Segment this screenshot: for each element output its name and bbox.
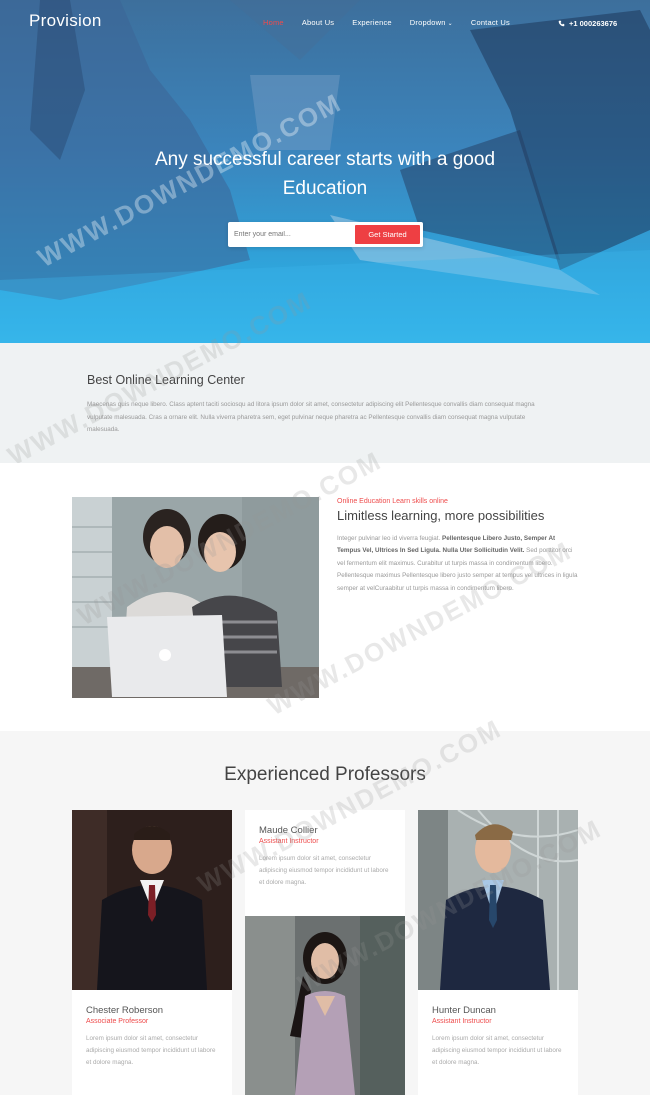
- phone-number: +1 000263676: [569, 19, 618, 28]
- feature-section: Online Education Learn skills online Lim…: [0, 445, 650, 731]
- nav-item-home[interactable]: Home: [263, 18, 284, 27]
- professor-role: Assistant Instructor: [432, 1018, 492, 1025]
- nav-item-dropdown-label: Dropdown: [409, 18, 446, 27]
- chevron-down-icon: ⌄: [447, 21, 453, 27]
- professor-bio: Lorem ipsum dolor sit amet, consectetur …: [432, 1035, 562, 1066]
- phone-icon: [558, 20, 565, 27]
- brand-logo[interactable]: Provision: [29, 11, 102, 31]
- nav-item-experience[interactable]: Experience: [352, 18, 392, 27]
- about-section: Best Online Learning Center Maecenas qui…: [0, 285, 650, 471]
- students-laptop-image: [72, 497, 319, 698]
- professor-name: Maude Collier: [259, 825, 318, 836]
- feature-kicker: Online Education Learn skills online: [337, 498, 448, 505]
- professor-card-chester[interactable]: Chester Roberson Associate Professor Lor…: [72, 810, 232, 1095]
- feature-text-intro: Integer pulvinar leo id viverra feugiat.: [337, 535, 443, 542]
- professor-photo: [418, 810, 578, 990]
- professor-bio: Lorem ipsum dolor sit amet, consectetur …: [86, 1035, 216, 1066]
- professors-title: Experienced Professors: [224, 764, 426, 785]
- get-started-button[interactable]: Get Started: [355, 225, 420, 244]
- woman-in-dress-photo: [245, 916, 405, 1095]
- man-buttoning-suit-photo: [418, 810, 578, 990]
- navbar: Provision Home About Us Experience Dropd…: [0, 0, 650, 46]
- professor-bio: Lorem ipsum dolor sit amet, consectetur …: [259, 855, 389, 886]
- subscribe-form: Get Started: [228, 222, 423, 247]
- professors-section: Experienced Professors Chester Roberson …: [0, 713, 650, 1095]
- about-title: Best Online Learning Center: [87, 373, 245, 387]
- professor-photo: [72, 810, 232, 990]
- feature-text: Integer pulvinar leo id viverra feugiat.…: [337, 533, 579, 595]
- professor-photo: [245, 916, 405, 1095]
- email-input[interactable]: [234, 226, 344, 243]
- nav-menu: Home About Us Experience Dropdown ⌄ Conta…: [263, 18, 528, 27]
- professor-name: Chester Roberson: [86, 1005, 164, 1016]
- professor-role: Assistant Instructor: [259, 838, 319, 845]
- professor-name: Hunter Duncan: [432, 1005, 496, 1016]
- nav-item-dropdown[interactable]: Dropdown ⌄: [410, 18, 453, 27]
- about-text: Maecenas quis neque libero. Class aptent…: [87, 401, 535, 433]
- feature-title: Limitless learning, more possibilities: [337, 508, 545, 523]
- nav-item-contact-us[interactable]: Contact Us: [471, 18, 510, 27]
- professor-card-hunter[interactable]: Hunter Duncan Assistant Instructor Lorem…: [418, 810, 578, 1095]
- nav-item-about-us[interactable]: About Us: [302, 18, 334, 27]
- professor-role: Associate Professor: [86, 1018, 149, 1025]
- professor-card-maude[interactable]: Maude Collier Assistant Instructor Lorem…: [245, 810, 405, 1095]
- students-photo: [72, 497, 319, 698]
- hero-section: Provision Home About Us Experience Dropd…: [0, 0, 650, 343]
- man-in-suit-photo: [72, 810, 232, 990]
- hero-title: Any successful career starts with a good…: [154, 149, 496, 199]
- phone-link[interactable]: +1 000263676: [558, 19, 617, 28]
